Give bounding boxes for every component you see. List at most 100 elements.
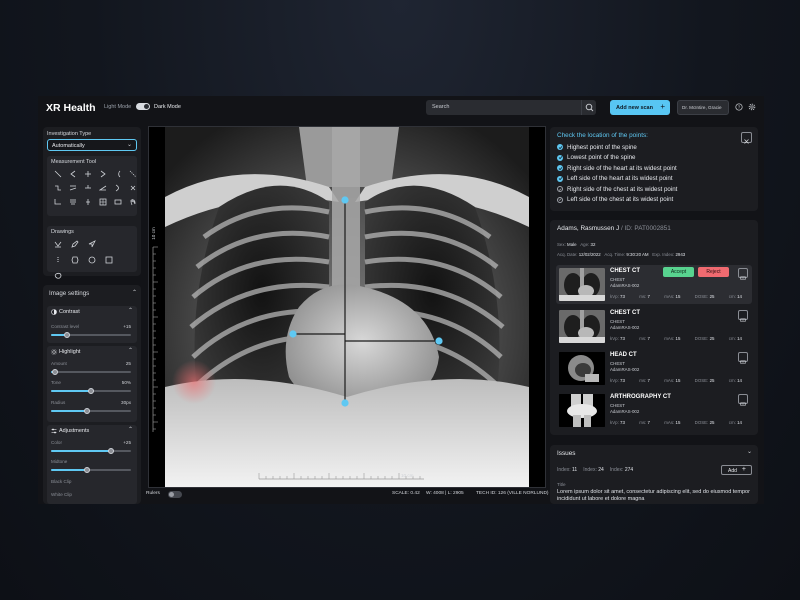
angle-arc-tool-icon[interactable] [97, 183, 109, 193]
study-title: CHEST CT [610, 310, 640, 316]
checklist-item[interactable]: Right side of the chest at its widest po… [557, 184, 677, 195]
drawings-label: Drawings [51, 229, 74, 235]
cm-label: cm: [728, 336, 736, 341]
chevron-up-icon[interactable]: ⌃ [128, 307, 133, 314]
step-tool-icon[interactable] [52, 183, 64, 193]
study-item[interactable]: CHEST CT CHEST AdamRAS-002 kVp: 73 ms: 7… [556, 307, 752, 346]
angle-tool-2-icon[interactable] [97, 169, 109, 179]
radius-slider[interactable] [51, 408, 131, 414]
checklist-item[interactable]: Left side of the heart at its widest poi… [557, 174, 677, 185]
chevron-up-icon[interactable]: ⌃ [128, 347, 133, 354]
tone-slider[interactable] [51, 388, 131, 394]
hand-tool-icon[interactable] [127, 197, 139, 207]
square-icon[interactable] [103, 255, 115, 265]
curve-tool-icon[interactable] [112, 183, 124, 193]
issue-text: Lorem ipsum dolor sit amet, consectetur … [557, 489, 750, 502]
check-icon [557, 196, 563, 203]
grid-tool-icon[interactable] [97, 197, 109, 207]
cm-label: cm: [728, 420, 736, 425]
xray-image[interactable] [149, 127, 545, 487]
gear-icon[interactable] [748, 103, 756, 111]
search-placeholder: Search [432, 104, 450, 110]
study-thumbnail[interactable] [559, 310, 605, 343]
point-heart-left[interactable] [435, 337, 443, 345]
study-options-button[interactable] [738, 394, 748, 406]
search-button[interactable] [581, 100, 596, 115]
study-params: kVp: 73 ms: 7 mAs: 15 DOSE: 25 cm: 14 [610, 378, 742, 383]
study-options-button[interactable] [738, 352, 748, 364]
reject-button[interactable]: Reject [698, 267, 729, 277]
dotted-line-icon[interactable] [52, 255, 64, 265]
exp-index-value: 2943 [675, 252, 686, 257]
ms-value: 7 [647, 294, 650, 299]
ms-value: 7 [647, 420, 650, 425]
cobb-angle-tool-icon[interactable] [67, 183, 79, 193]
point-spine-bottom[interactable] [341, 399, 349, 407]
checklist-item[interactable]: Lowest point of the spine [557, 153, 677, 164]
point-spine-top[interactable] [341, 196, 349, 204]
study-body-part: CHEST [610, 361, 625, 366]
investigation-type-select[interactable]: Automatically ⌄ [47, 139, 137, 151]
circle-icon[interactable] [86, 255, 98, 265]
arc-tool-icon[interactable] [112, 169, 124, 179]
kvp-label: kVp: [610, 420, 619, 425]
ms-label: ms: [639, 294, 647, 299]
add-issue-button[interactable]: Add + [721, 465, 752, 475]
add-new-scan-button[interactable]: Add new scan + [610, 100, 670, 115]
study-item[interactable]: CHEST CT CHEST AdamRAS-002 kVp: 73 ms: 7… [556, 265, 752, 304]
chevron-up-icon[interactable]: ⌃ [128, 426, 133, 433]
checklist-item[interactable]: Highest point of the spine [557, 142, 677, 153]
perpendicular-tool-icon[interactable] [82, 169, 94, 179]
contrast-level-slider[interactable] [51, 332, 131, 338]
help-icon[interactable]: ? [735, 103, 743, 111]
study-thumbnail[interactable] [559, 394, 605, 427]
cross-tool-icon[interactable] [127, 183, 139, 193]
t-tool-icon[interactable] [82, 183, 94, 193]
header: XR Health Light Mode Dark Mode Search Ad… [38, 96, 764, 120]
angle-draw-icon[interactable] [52, 239, 64, 249]
study-device: AdamRAS-002 [610, 409, 640, 414]
patient-id: / ID: PAT0002851 [620, 225, 671, 232]
lasso-icon[interactable] [52, 271, 64, 281]
study-options-button[interactable] [738, 268, 748, 280]
point-heart-right[interactable] [289, 330, 297, 338]
study-item[interactable]: HEAD CT CHEST AdamRAS-002 kVp: 73 ms: 7 … [556, 349, 752, 388]
theme-toggle[interactable] [136, 103, 150, 110]
accept-button[interactable]: Accept [663, 267, 694, 277]
chevron-down-icon[interactable]: ⌄ [747, 448, 752, 455]
highlight-label: Highlight [59, 349, 81, 355]
study-title: HEAD CT [610, 352, 637, 358]
chevron-up-icon[interactable]: ⌃ [132, 289, 137, 296]
corner-tool-icon[interactable] [52, 197, 64, 207]
parallel-tool-icon[interactable] [67, 197, 79, 207]
dashed-line-tool-icon[interactable] [127, 169, 139, 179]
checklist-item[interactable]: Right side of the heart at its widest po… [557, 163, 677, 174]
search-input[interactable]: Search [426, 100, 596, 115]
cm-label: cm: [728, 378, 736, 383]
xray-viewer[interactable]: 10 cm 10 cm [148, 126, 546, 488]
sex-label: Sex: [557, 242, 566, 247]
ruler-tool-icon[interactable] [112, 197, 124, 207]
index-value: 24 [598, 467, 604, 473]
angle-tool-icon[interactable] [67, 169, 79, 179]
kvp-value: 73 [620, 336, 625, 341]
cm-value: 14 [737, 378, 742, 383]
midtone-slider[interactable] [51, 467, 131, 473]
vertical-tool-icon[interactable] [82, 197, 94, 207]
arrow-icon[interactable] [86, 239, 98, 249]
close-button[interactable] [741, 132, 752, 144]
user-menu[interactable]: Dr. McIntire, Gracie [677, 100, 729, 115]
pen-icon[interactable] [69, 239, 81, 249]
checklist-item[interactable]: Left side of the chest at its widest poi… [557, 195, 677, 206]
study-options-button[interactable] [738, 310, 748, 322]
hexagon-icon[interactable] [69, 255, 81, 265]
acq-date-value: 12/02/2022 [578, 252, 601, 257]
color-slider[interactable] [51, 448, 131, 454]
study-thumbnail[interactable] [559, 268, 605, 301]
line-tool-icon[interactable] [52, 169, 64, 179]
amount-slider[interactable] [51, 369, 131, 375]
study-thumbnail[interactable] [559, 352, 605, 385]
study-item[interactable]: ARTHROGRAPHY CT CHEST AdamRAS-002 kVp: 7… [556, 391, 752, 430]
sex-value: Male [567, 242, 577, 247]
rulers-toggle[interactable] [168, 491, 182, 498]
